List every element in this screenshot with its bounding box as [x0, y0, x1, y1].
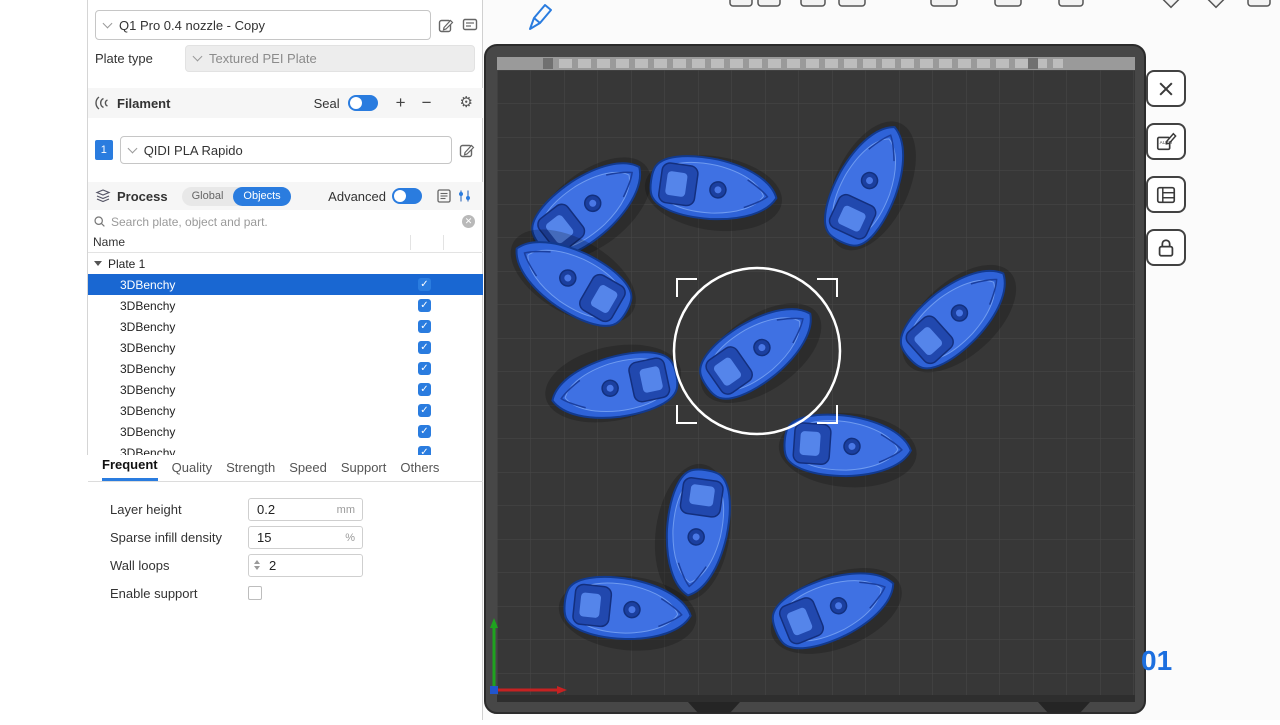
object-row[interactable]: 3DBenchy	[88, 442, 483, 455]
wall-loops-stepper[interactable]: 2	[248, 554, 363, 577]
chevron-down-icon	[193, 52, 203, 62]
object-row[interactable]: 3DBenchy	[88, 379, 483, 400]
svg-text:AUTO: AUTO	[1160, 139, 1173, 144]
object-row[interactable]: 3DBenchy	[88, 421, 483, 442]
search-icon	[93, 215, 106, 228]
process-title: Process	[117, 189, 168, 204]
object-row[interactable]: 3DBenchy	[88, 337, 483, 358]
object-visibility-checkbox[interactable]	[418, 278, 431, 291]
delete-all-button[interactable]	[1146, 70, 1186, 107]
edit-printer-icon[interactable]	[438, 17, 454, 33]
object-row[interactable]: 3DBenchy	[88, 358, 483, 379]
filament-select[interactable]: QIDI PLA Rapido	[120, 136, 452, 164]
plate-toolbar: AUTO	[1146, 70, 1186, 266]
edit-filament-icon[interactable]	[459, 142, 475, 158]
object-visibility-checkbox[interactable]	[418, 383, 431, 396]
wall-loops-value: 2	[260, 558, 276, 573]
printer-monitor-icon[interactable]	[462, 17, 478, 33]
object-row[interactable]: 3DBenchy	[88, 295, 483, 316]
plate-label: Plate 1	[102, 257, 145, 271]
tab-frequent[interactable]: Frequent	[102, 457, 158, 481]
tab-others[interactable]: Others	[400, 460, 439, 481]
collapse-caret-icon[interactable]	[94, 261, 102, 266]
seal-toggle[interactable]	[348, 95, 378, 111]
add-filament-button[interactable]: +	[396, 95, 406, 111]
filament-icon	[95, 95, 111, 111]
tab-speed[interactable]: Speed	[289, 460, 327, 481]
remove-filament-button[interactable]: −	[422, 95, 432, 111]
lock-button[interactable]	[1146, 229, 1186, 266]
filament-settings-gear-icon[interactable]: ⚙	[460, 95, 473, 111]
lock-icon	[1155, 237, 1177, 259]
layer-height-label: Layer height	[88, 502, 248, 517]
plate-type-label: Plate type	[95, 51, 153, 66]
arrange-button[interactable]	[1146, 176, 1186, 213]
name-column-header: Name	[93, 235, 125, 249]
side-panel: Q1 Pro 0.4 nozzle - Copy Plate type Text…	[88, 0, 483, 720]
auto-orient-icon: AUTO	[1155, 131, 1177, 153]
infill-density-unit: %	[345, 532, 355, 544]
object-row[interactable]: 3DBenchy	[88, 274, 483, 295]
auto-orient-button[interactable]: AUTO	[1146, 123, 1186, 160]
chevron-down-icon	[103, 18, 113, 28]
object-row[interactable]: 3DBenchy	[88, 400, 483, 421]
advanced-toggle[interactable]	[392, 188, 422, 204]
printer-name: Q1 Pro 0.4 nozzle - Copy	[119, 18, 265, 33]
close-icon	[1156, 79, 1176, 99]
object-visibility-checkbox[interactable]	[418, 425, 431, 438]
settings-tab-bar: Frequent Quality Strength Speed Support …	[88, 455, 483, 482]
object-visibility-checkbox[interactable]	[418, 362, 431, 375]
object-visibility-checkbox[interactable]	[418, 320, 431, 333]
enable-support-checkbox[interactable]	[248, 586, 262, 600]
object-tree: Plate 1 3DBenchy 3DBenchy 3DBenchy 3DBen…	[88, 253, 483, 455]
tab-quality[interactable]: Quality	[172, 460, 212, 481]
object-visibility-checkbox[interactable]	[418, 299, 431, 312]
plate-number-label: 01	[1141, 645, 1172, 677]
param-compare-icon[interactable]	[457, 188, 473, 204]
frequent-settings: Layer height mm Sparse infill density % …	[88, 495, 483, 607]
layer-height-unit: mm	[337, 504, 355, 516]
process-scope-switch: Global Objects	[182, 187, 291, 206]
tab-strength[interactable]: Strength	[226, 460, 275, 481]
arrange-icon	[1155, 184, 1177, 206]
draw-pencil-icon[interactable]	[530, 5, 551, 29]
top-toolbar-fragments	[730, 0, 1270, 7]
advanced-label: Advanced	[328, 189, 386, 204]
scope-global-button[interactable]: Global	[182, 187, 234, 206]
object-row[interactable]: 3DBenchy	[88, 316, 483, 337]
seal-label: Seal	[314, 96, 340, 111]
filament-slot-number[interactable]: 1	[95, 140, 113, 160]
printer-select[interactable]: Q1 Pro 0.4 nozzle - Copy	[95, 10, 431, 40]
viewport-3d[interactable]: AUTO 01	[483, 0, 1280, 720]
infill-density-label: Sparse infill density	[88, 530, 248, 545]
wall-loops-label: Wall loops	[88, 558, 248, 573]
scope-objects-button[interactable]: Objects	[233, 187, 290, 206]
tab-support[interactable]: Support	[341, 460, 387, 481]
collapsed-left-rail	[0, 0, 88, 455]
clear-search-icon[interactable]: ✕	[462, 215, 475, 228]
process-icon	[95, 188, 111, 204]
plate-type-select[interactable]: Textured PEI Plate	[185, 45, 475, 72]
enable-support-label: Enable support	[88, 586, 248, 601]
object-visibility-checkbox[interactable]	[418, 446, 431, 455]
search-input[interactable]	[111, 215, 462, 229]
object-visibility-checkbox[interactable]	[418, 404, 431, 417]
plate-type-value: Textured PEI Plate	[209, 51, 317, 66]
tree-header: Name	[88, 233, 483, 253]
chevron-down-icon	[127, 143, 137, 153]
plate-row[interactable]: Plate 1	[88, 253, 483, 274]
filament-name: QIDI PLA Rapido	[144, 143, 243, 158]
filament-title: Filament	[117, 96, 170, 111]
param-table-icon[interactable]	[436, 188, 452, 204]
object-visibility-checkbox[interactable]	[418, 341, 431, 354]
